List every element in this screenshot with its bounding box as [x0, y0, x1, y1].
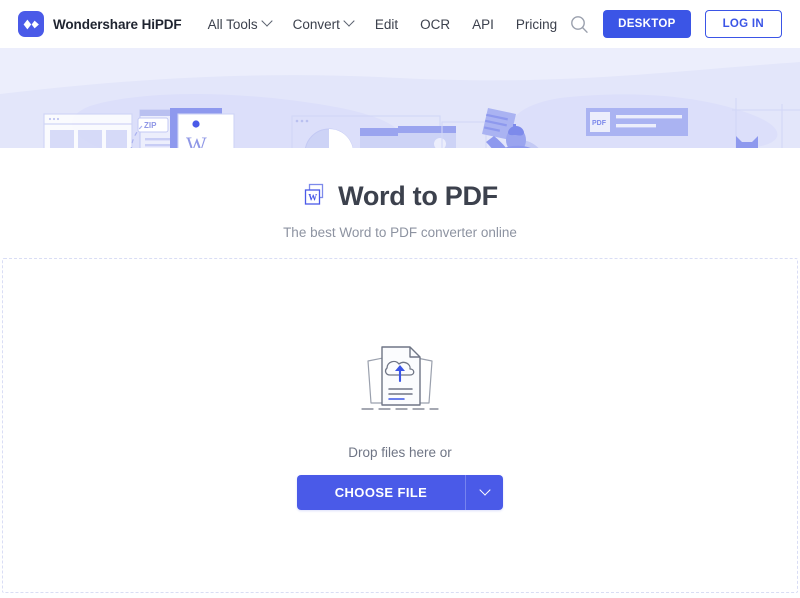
svg-text:W: W: [308, 192, 317, 202]
header-actions: DESKTOP LOG IN: [570, 10, 782, 38]
chevron-down-icon: [343, 15, 355, 27]
hipdf-logo-icon: [18, 11, 44, 37]
brand[interactable]: Wondershare HiPDF: [18, 11, 182, 37]
cloud-upload-document-icon: [348, 337, 452, 418]
nav-label: OCR: [420, 16, 451, 32]
chevron-down-icon: [260, 15, 273, 27]
nav-item-edit[interactable]: Edit: [375, 17, 398, 32]
desktop-button[interactable]: DESKTOP: [603, 10, 691, 38]
choose-file-dropdown-button[interactable]: [465, 475, 504, 510]
chevron-down-icon: [479, 483, 491, 496]
nav-item-ocr[interactable]: OCR: [420, 17, 450, 32]
nav-item-all-tools[interactable]: All Tools: [207, 15, 273, 32]
hero-banner: ZIP W PDF: [0, 48, 800, 148]
nav-label: All Tools: [207, 16, 258, 32]
brand-name: Wondershare HiPDF: [53, 16, 182, 32]
svg-text:ZIP: ZIP: [144, 121, 157, 130]
nav-item-convert[interactable]: Convert: [292, 15, 355, 32]
nav-label: Pricing: [515, 16, 558, 32]
choose-file-button[interactable]: CHOOSE FILE: [296, 475, 466, 510]
nav-label: Edit: [374, 16, 399, 32]
word-document-icon: W: [302, 182, 327, 212]
drop-files-text: Drop files here or: [348, 445, 452, 460]
choose-file-group: CHOOSE FILE: [296, 475, 504, 510]
nav-item-pricing[interactable]: Pricing: [516, 17, 557, 32]
main-nav: All Tools Convert Edit OCR API Pricing: [207, 15, 557, 32]
page-title: Word to PDF: [338, 181, 498, 211]
search-icon[interactable]: [570, 15, 589, 34]
login-button[interactable]: LOG IN: [704, 10, 782, 38]
site-header: Wondershare HiPDF All Tools Convert Edit…: [0, 0, 800, 48]
svg-text:PDF: PDF: [592, 120, 607, 127]
title-row: W Word to PDF: [0, 181, 800, 212]
file-dropzone[interactable]: Drop files here or CHOOSE FILE: [2, 258, 798, 593]
nav-label: API: [472, 16, 494, 32]
hero-illustration: ZIP W PDF: [0, 48, 800, 148]
nav-item-api[interactable]: API: [472, 17, 494, 32]
page-subtitle: The best Word to PDF converter online: [283, 225, 517, 240]
nav-label: Convert: [292, 16, 340, 32]
svg-text:W: W: [186, 132, 207, 148]
page-heading-block: W Word to PDF The best Word to PDF conve…: [0, 148, 800, 240]
page-root: Wondershare HiPDF All Tools Convert Edit…: [0, 0, 800, 598]
